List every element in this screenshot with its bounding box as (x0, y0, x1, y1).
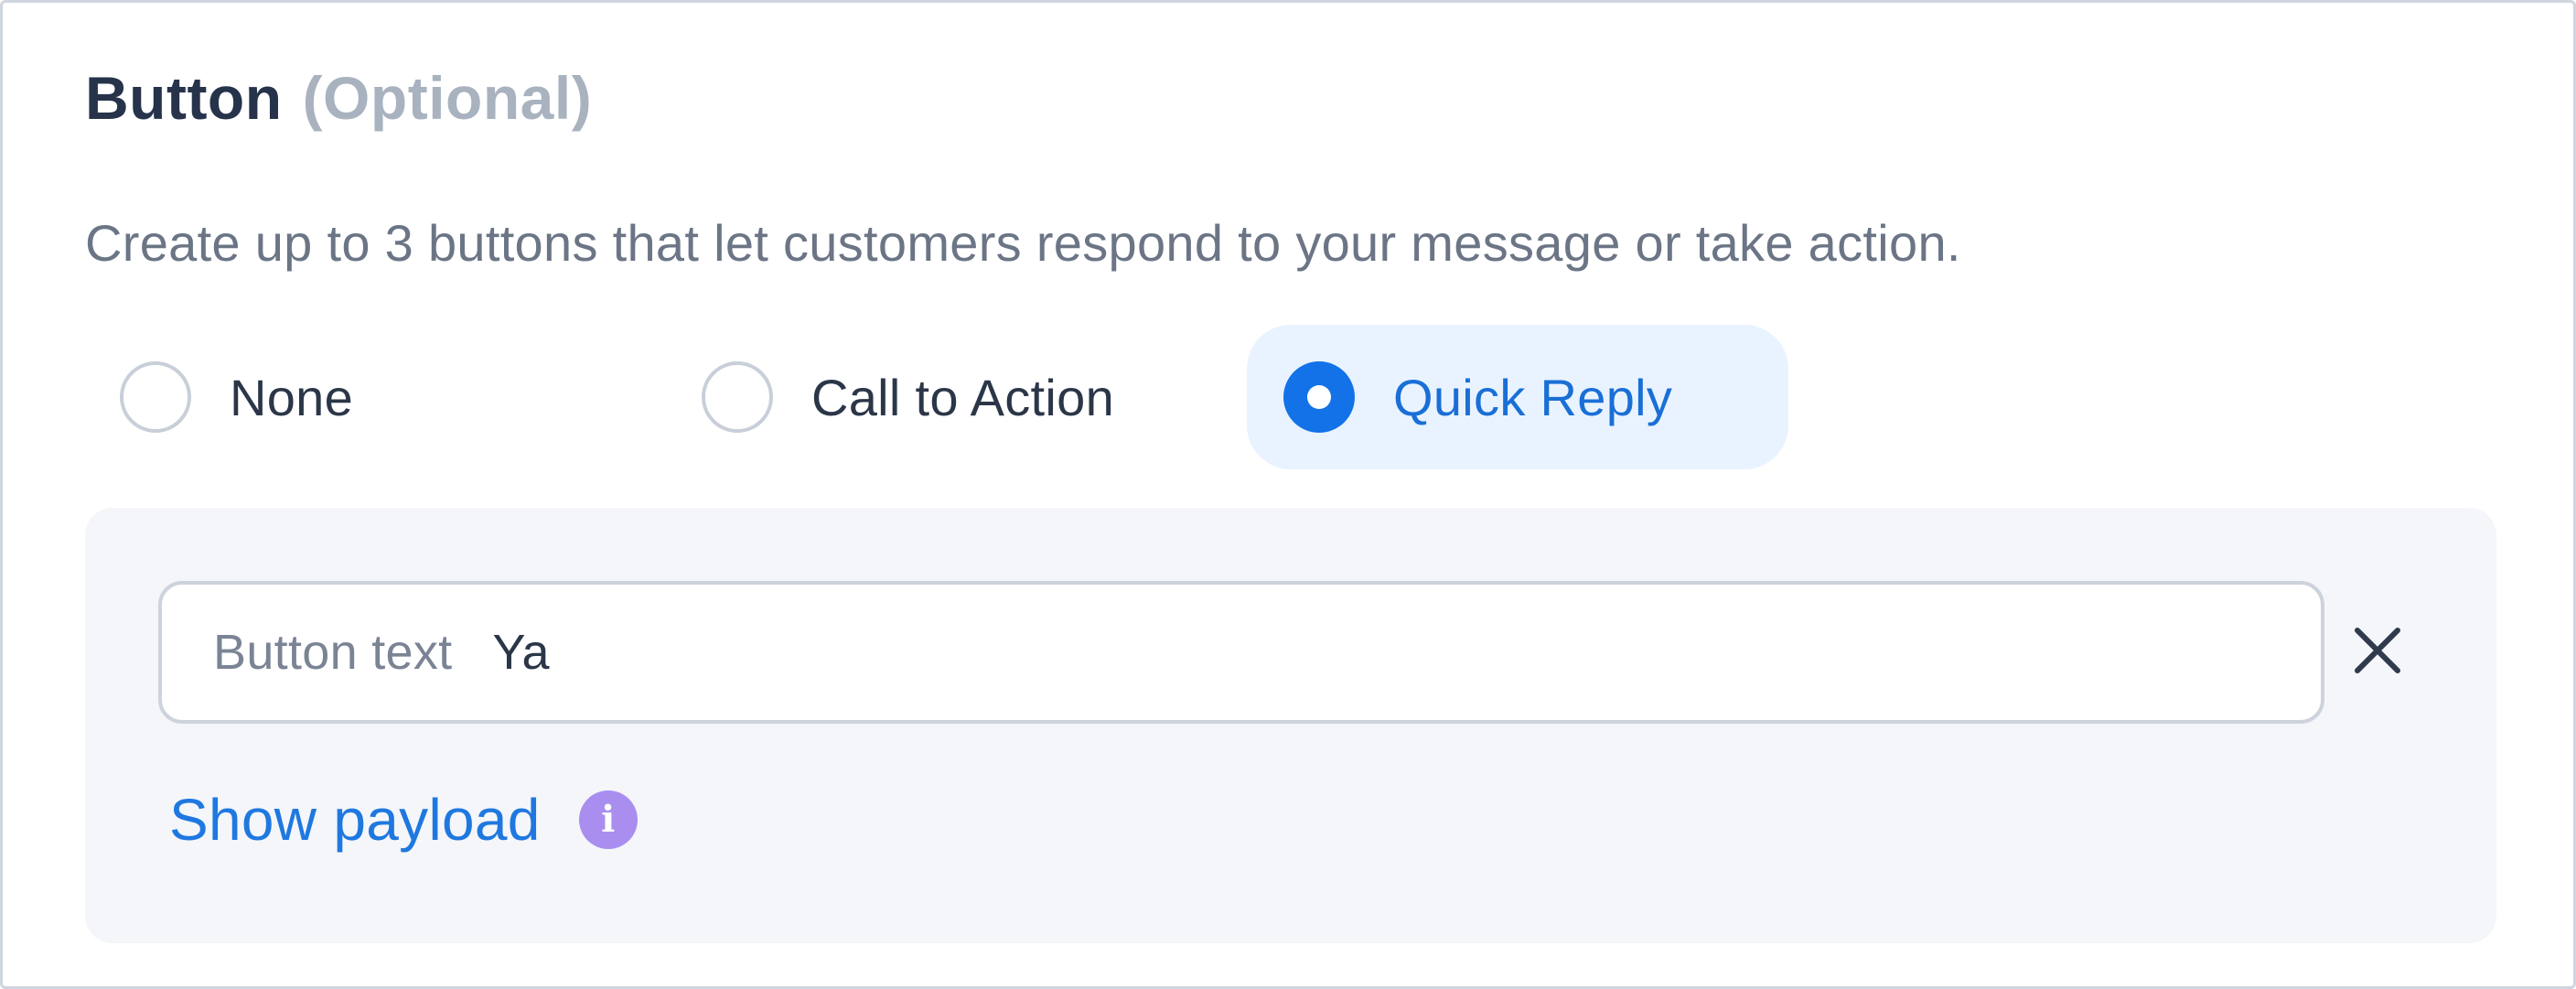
show-payload-link[interactable]: Show payload (169, 786, 541, 854)
radio-label: Quick Reply (1393, 368, 1673, 426)
info-icon[interactable]: i (578, 790, 638, 849)
remove-button[interactable] (2332, 605, 2423, 696)
radio-option-call-to-action[interactable]: Call to Action (702, 325, 1114, 469)
radio-option-quick-reply[interactable]: Quick Reply (1247, 325, 1788, 469)
button-settings-card: Button (Optional) Create up to 3 buttons… (0, 0, 2576, 989)
section-description: Create up to 3 buttons that let customer… (85, 214, 1961, 272)
radio-circle-selected[interactable] (1283, 361, 1355, 433)
radio-option-none[interactable]: None (120, 325, 353, 469)
button-text-input[interactable]: Button text Ya (158, 581, 2324, 724)
input-prefix-label: Button text (213, 625, 453, 680)
radio-label: None (230, 368, 354, 426)
payload-row: Show payload i (169, 779, 638, 861)
section-header: Button (Optional) (85, 59, 592, 136)
radio-circle[interactable] (120, 361, 191, 433)
close-icon[interactable] (2352, 625, 2403, 676)
input-value[interactable]: Ya (492, 624, 549, 681)
section-title: Button (85, 64, 283, 132)
optional-label: (Optional) (302, 64, 593, 132)
radio-circle[interactable] (702, 361, 773, 433)
quick-reply-panel: Button text Ya Show payload i (85, 508, 2496, 943)
radio-label: Call to Action (811, 368, 1115, 426)
